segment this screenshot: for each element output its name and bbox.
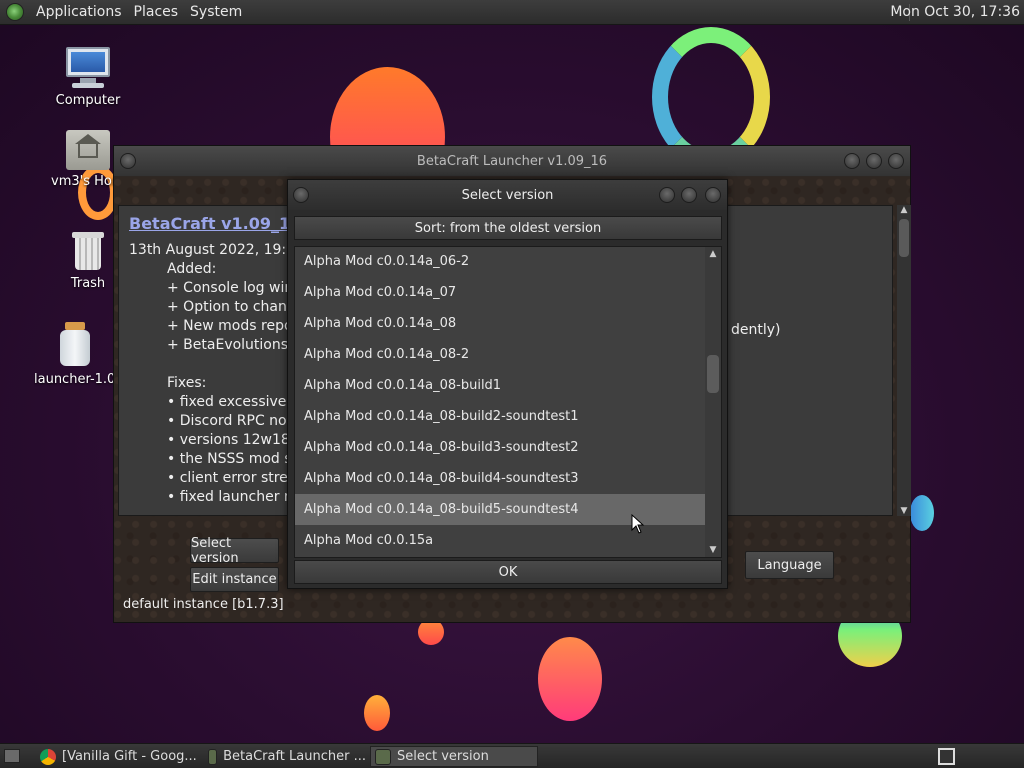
chevron-up-icon[interactable]: ▲ <box>705 249 721 259</box>
version-item[interactable]: Alpha Mod c0.0.14a_08-build2-soundtest1 <box>295 401 707 432</box>
menu-system[interactable]: System <box>190 4 242 20</box>
edit-instance-button[interactable]: Edit instance <box>190 567 279 592</box>
workspace-switcher-icon[interactable] <box>938 748 955 765</box>
task-label: BetaCraft Launcher ... <box>223 749 366 764</box>
version-item[interactable]: Alpha Mod c0.0.14a_08 <box>295 308 707 339</box>
bottom-taskbar: [Vanilla Gift - Goog... BetaCraft Launch… <box>0 743 1024 768</box>
mouse-cursor-icon <box>631 514 645 534</box>
version-item[interactable]: Alpha Mod c0.0.14a_08-build3-soundtest2 <box>295 432 707 463</box>
maximize-button[interactable] <box>866 153 882 169</box>
version-item[interactable]: Alpha Mod c0.0.15a <box>295 525 707 556</box>
distro-logo-icon[interactable] <box>6 3 24 21</box>
task-betacraft-launcher[interactable]: BetaCraft Launcher ... <box>204 746 366 767</box>
desktop-icon-label: Computer <box>55 93 121 108</box>
select-version-dialog: Select version Sort: from the oldest ver… <box>287 179 728 589</box>
chevron-down-icon[interactable]: ▼ <box>705 545 721 555</box>
chrome-icon <box>40 748 56 765</box>
launcher-title: BetaCraft Launcher v1.09_16 <box>416 153 608 169</box>
desktop-icon-label: launcher-1.09 <box>34 372 120 387</box>
menu-places[interactable]: Places <box>134 4 179 20</box>
wallpaper-pink-blob <box>538 637 602 721</box>
task-label: Select version <box>397 749 489 764</box>
task-select-version[interactable]: Select version <box>370 746 538 767</box>
close-button[interactable] <box>888 153 904 169</box>
version-list[interactable]: Alpha Mod c0.0.14a_06-2 Alpha Mod c0.0.1… <box>294 246 722 558</box>
scroll-thumb[interactable] <box>899 219 909 257</box>
version-item[interactable]: Alpha Mod c0.0.14a_07 <box>295 277 707 308</box>
clock[interactable]: Mon Oct 30, 17:36 <box>890 4 1020 20</box>
menu-applications[interactable]: Applications <box>36 4 122 20</box>
window-menu-icon[interactable] <box>120 153 136 169</box>
sort-button[interactable]: Sort: from the oldest version <box>294 216 722 240</box>
desktop-icon-computer[interactable]: Computer <box>33 45 143 108</box>
show-desktop-icon[interactable] <box>4 749 20 763</box>
wallpaper-small-orange <box>364 695 390 731</box>
dialog-titlebar[interactable]: Select version <box>288 180 727 210</box>
close-button[interactable] <box>705 187 721 203</box>
betacraft-icon <box>375 748 391 765</box>
window-menu-icon[interactable] <box>293 187 309 203</box>
scroll-up-arrow[interactable]: ▲ <box>897 205 911 215</box>
scroll-thumb[interactable] <box>707 355 719 393</box>
version-item[interactable]: Alpha Mod c0.0.14a_08-build1 <box>295 370 707 401</box>
version-item-selected[interactable]: Alpha Mod c0.0.14a_08-build5-soundtest4 <box>295 494 707 525</box>
version-item[interactable]: Alpha Mod c0.0.14a_06-2 <box>295 247 707 277</box>
version-list-scrollbar[interactable]: ▲ ▼ <box>705 247 721 557</box>
changelog-scrollbar[interactable]: ▲ ▼ <box>897 205 911 516</box>
version-item[interactable]: Alpha Mod c0.0.14a_08-2 <box>295 339 707 370</box>
scroll-down-arrow[interactable]: ▼ <box>897 506 911 516</box>
jar-icon <box>58 322 92 368</box>
dialog-title: Select version <box>461 187 554 203</box>
language-button[interactable]: Language <box>745 551 834 579</box>
top-panel: Applications Places System Mon Oct 30, 1… <box>0 0 1024 25</box>
version-item[interactable]: Alpha Mod c0.0.14a_08-build4-soundtest3 <box>295 463 707 494</box>
minimize-button[interactable] <box>844 153 860 169</box>
minimize-button[interactable] <box>659 187 675 203</box>
instance-status: default instance [b1.7.3] <box>123 597 284 612</box>
betacraft-icon <box>208 748 218 765</box>
ok-button[interactable]: OK <box>294 560 722 584</box>
launcher-titlebar[interactable]: BetaCraft Launcher v1.09_16 <box>114 146 910 176</box>
maximize-button[interactable] <box>681 187 697 203</box>
computer-icon <box>64 45 112 89</box>
trash-icon <box>70 228 106 272</box>
wallpaper-blue-blob <box>910 495 934 531</box>
changelog-fragment: dently) <box>731 322 781 338</box>
task-chrome[interactable]: [Vanilla Gift - Goog... <box>36 746 198 767</box>
home-folder-icon <box>66 130 110 170</box>
task-label: [Vanilla Gift - Goog... <box>62 749 197 764</box>
select-version-button[interactable]: Select version <box>190 536 279 566</box>
